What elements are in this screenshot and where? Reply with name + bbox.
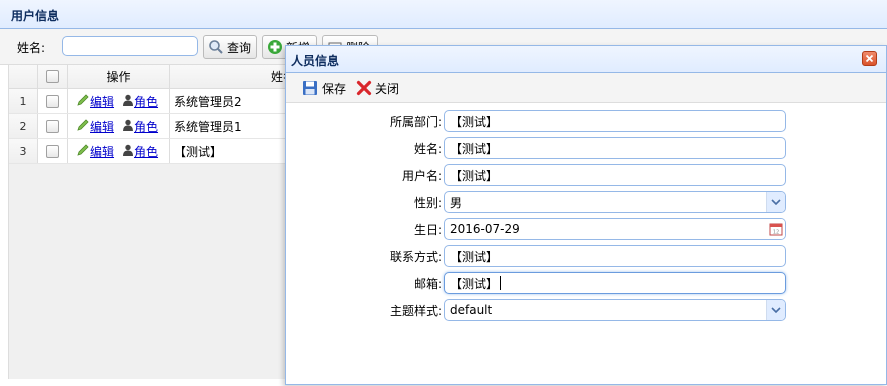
row-checkbox-cell (38, 89, 68, 113)
name-field[interactable]: 【测试】 (444, 137, 786, 159)
email-field[interactable]: 【测试】 (444, 272, 786, 294)
close-button[interactable]: 关闭 (356, 79, 399, 97)
theme-value: default (450, 303, 493, 317)
user-role-icon (122, 144, 134, 159)
row-checkbox-cell (38, 114, 68, 138)
panel-title: 用户信息 (11, 9, 60, 23)
row-checkbox[interactable] (46, 94, 59, 108)
edit-icon (76, 143, 90, 160)
row-number: 3 (9, 139, 38, 163)
role-link[interactable]: 角色 (134, 118, 158, 135)
svg-text:12: 12 (773, 230, 779, 236)
form-row-username: 用户名: 【测试】 (286, 164, 886, 186)
person-info-dialog: 人员信息 保存 关闭 所属部门: 【测试】 姓名: 【测试】 用户名: 【测试】… (285, 45, 887, 385)
dialog-header[interactable]: 人员信息 (286, 46, 886, 73)
add-icon (267, 39, 283, 55)
dialog-title: 人员信息 (291, 54, 340, 68)
username-field[interactable]: 【测试】 (444, 164, 786, 186)
name-label: 姓名: (413, 142, 442, 156)
role-link[interactable]: 角色 (134, 143, 158, 160)
row-name: 系统管理员2 (170, 89, 300, 113)
edit-link[interactable]: 编辑 (90, 118, 114, 135)
form-row-name: 姓名: 【测试】 (286, 137, 886, 159)
form-row-theme: 主题样式: default (286, 299, 886, 321)
search-icon (208, 39, 224, 55)
chevron-down-icon[interactable] (766, 192, 785, 212)
save-button-label: 保存 (322, 81, 347, 96)
gender-value: 男 (450, 195, 463, 210)
gender-label: 性别: (413, 196, 442, 210)
edit-icon (76, 93, 90, 110)
form-row-contact: 联系方式: 【测试】 (286, 245, 886, 267)
birthday-value: 2016-07-29 (450, 222, 520, 236)
grid-header-name[interactable]: 姓名 (170, 65, 300, 88)
dialog-close-icon[interactable] (862, 51, 877, 66)
department-field[interactable]: 【测试】 (444, 110, 786, 132)
birthday-field[interactable]: 2016-07-29 12 (444, 218, 786, 240)
contact-field[interactable]: 【测试】 (444, 245, 786, 267)
calendar-icon[interactable]: 12 (767, 219, 785, 239)
search-button[interactable]: 查询 (203, 35, 257, 59)
select-all-checkbox[interactable] (46, 70, 59, 83)
form-row-birthday: 生日: 2016-07-29 12 (286, 218, 886, 240)
email-label: 邮箱: (413, 277, 442, 291)
row-number: 2 (9, 114, 38, 138)
row-checkbox[interactable] (46, 119, 59, 133)
birthday-label: 生日: (413, 223, 442, 237)
contact-value: 【测试】 (450, 249, 499, 264)
chevron-down-icon[interactable] (766, 300, 785, 320)
close-button-label: 关闭 (375, 81, 400, 96)
form-row-gender: 性别: 男 (286, 191, 886, 213)
dialog-form: 所属部门: 【测试】 姓名: 【测试】 用户名: 【测试】 性别: 男 生日: … (286, 103, 886, 386)
edit-link[interactable]: 编辑 (90, 143, 114, 160)
save-icon (302, 80, 318, 96)
grid-header-checkbox-cell (38, 65, 68, 88)
user-role-icon (122, 94, 134, 109)
row-actions: 编辑 角色 (68, 139, 170, 163)
grid-header-rownum (9, 65, 38, 88)
theme-label: 主题样式: (389, 304, 442, 318)
search-button-label: 查询 (227, 40, 252, 55)
row-number: 1 (9, 89, 38, 113)
row-checkbox-cell (38, 139, 68, 163)
text-cursor (500, 276, 502, 290)
form-row-department: 所属部门: 【测试】 (286, 110, 886, 132)
theme-select[interactable]: default (444, 299, 786, 321)
row-actions: 编辑 角色 (68, 114, 170, 138)
close-icon (356, 80, 372, 96)
gender-select[interactable]: 男 (444, 191, 786, 213)
name-search-input[interactable] (62, 36, 198, 56)
row-actions: 编辑 角色 (68, 89, 170, 113)
row-name: 【测试】 (170, 139, 300, 163)
name-value: 【测试】 (450, 141, 499, 156)
email-value: 【测试】 (450, 276, 499, 291)
name-search-label: 姓名: (17, 41, 46, 55)
dialog-toolbar: 保存 关闭 (286, 73, 886, 103)
row-name: 系统管理员1 (170, 114, 300, 138)
department-label: 所属部门: (389, 115, 442, 129)
user-role-icon (122, 119, 134, 134)
edit-icon (76, 118, 90, 135)
panel-header: 用户信息 (0, 0, 887, 29)
username-label: 用户名: (401, 169, 442, 183)
form-row-email: 邮箱: 【测试】 (286, 272, 886, 294)
contact-label: 联系方式: (389, 250, 442, 264)
save-button[interactable]: 保存 (302, 79, 346, 97)
username-value: 【测试】 (450, 168, 499, 183)
role-link[interactable]: 角色 (134, 93, 158, 110)
edit-link[interactable]: 编辑 (90, 93, 114, 110)
row-checkbox[interactable] (46, 144, 59, 158)
department-value: 【测试】 (450, 114, 499, 129)
grid-header-actions: 操作 (68, 65, 170, 88)
